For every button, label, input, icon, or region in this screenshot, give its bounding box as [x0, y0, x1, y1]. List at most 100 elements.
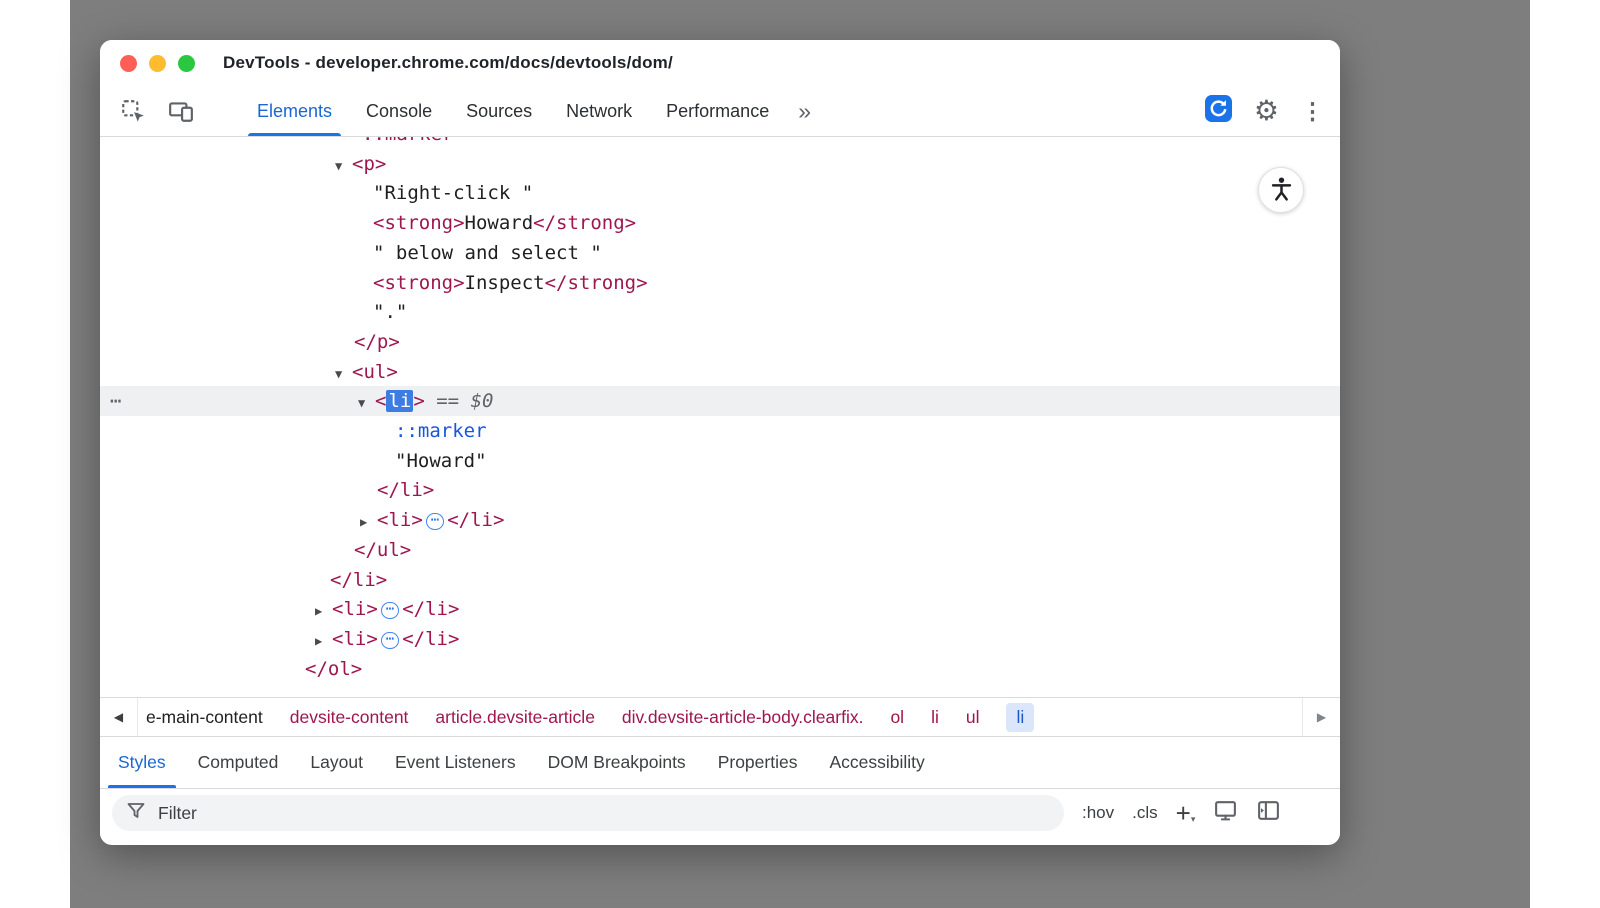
- styles-tab-styles[interactable]: Styles: [102, 737, 182, 788]
- tag-token: <li>: [332, 628, 378, 650]
- dom-tree-row[interactable]: </li>: [100, 565, 1340, 595]
- filter-box[interactable]: [112, 795, 1064, 831]
- tag-token: </li>: [330, 569, 387, 591]
- expander-icon[interactable]: ▶: [315, 626, 332, 656]
- expander-icon[interactable]: ▼: [335, 359, 352, 389]
- overflow-dots-icon: ⋯: [110, 386, 121, 416]
- tag-token: </strong>: [545, 272, 648, 294]
- expander-icon[interactable]: ▼: [358, 388, 375, 418]
- breadcrumb-item[interactable]: ol: [890, 707, 904, 728]
- dom-tree-row[interactable]: </li>: [100, 475, 1340, 505]
- tab-elements[interactable]: Elements: [240, 86, 349, 136]
- tab-network[interactable]: Network: [549, 86, 649, 136]
- collapsed-children-icon[interactable]: ⋯: [381, 602, 399, 619]
- collapsed-children-icon[interactable]: ⋯: [381, 632, 399, 649]
- dom-tree-row[interactable]: "Howard": [100, 446, 1340, 476]
- filter-funnel-icon: [126, 801, 146, 826]
- dom-tree-row[interactable]: ▶<li>⋯</li>: [100, 624, 1340, 654]
- text-token: "Howard": [395, 450, 487, 472]
- styles-panel-tabs: StylesComputedLayoutEvent ListenersDOM B…: [100, 737, 1340, 789]
- breadcrumb-item[interactable]: li: [1006, 703, 1034, 732]
- dom-tree-row[interactable]: ::marker: [100, 416, 1340, 446]
- devtools-toolbar: ElementsConsoleSourcesNetworkPerformance…: [100, 86, 1340, 137]
- equals-token: ==: [425, 390, 471, 412]
- clipped-pseudo-token: ::marker: [362, 137, 454, 145]
- main-tabs: ElementsConsoleSourcesNetworkPerformance: [240, 86, 786, 136]
- dom-tree-row[interactable]: ▶<li>⋯</li>: [100, 505, 1340, 535]
- styles-tab-dom-breakpoints[interactable]: DOM Breakpoints: [532, 737, 702, 788]
- breadcrumb-item[interactable]: article.devsite-article: [435, 707, 595, 728]
- tag-token: <strong>: [373, 212, 465, 234]
- dom-tree-row[interactable]: ▼<ul>: [100, 357, 1340, 387]
- dom-tree-row[interactable]: </p>: [100, 327, 1340, 357]
- tag-token: <p>: [352, 153, 386, 175]
- text-token: "Right-click ": [373, 182, 533, 204]
- tag-token: <strong>: [373, 272, 465, 294]
- breadcrumb-scroll-right-button[interactable]: ▶: [1302, 698, 1340, 736]
- dom-tree-row[interactable]: <strong>Howard</strong>: [100, 208, 1340, 238]
- dom-tree-row[interactable]: ▼<p>: [100, 149, 1340, 179]
- minimize-button[interactable]: [149, 55, 166, 72]
- tag-token: <ul>: [352, 361, 398, 383]
- plus-icon: +: [1176, 803, 1191, 823]
- filter-input[interactable]: [156, 802, 1050, 825]
- tag-token: </li>: [447, 509, 504, 531]
- tag-token: </ol>: [305, 658, 362, 680]
- pseudo-element-token: ::marker: [395, 420, 487, 442]
- dom-tree-row[interactable]: <strong>Inspect</strong>: [100, 268, 1340, 298]
- dollar-zero-token: $0: [471, 390, 494, 412]
- breadcrumb-list: e-main-content devsite-content article.dev…: [138, 698, 1302, 736]
- expander-icon[interactable]: ▶: [360, 507, 377, 537]
- traffic-lights: [120, 55, 195, 72]
- styles-tab-event-listeners[interactable]: Event Listeners: [379, 737, 532, 788]
- dom-tree-row[interactable]: </ul>: [100, 535, 1340, 565]
- page: DevTools - developer.chrome.com/docs/dev…: [0, 0, 1600, 908]
- dom-tree-row[interactable]: "Right-click ": [100, 178, 1340, 208]
- styles-tab-layout[interactable]: Layout: [294, 737, 379, 788]
- dom-tree-row[interactable]: ⋯▼<li> == $0: [100, 386, 1340, 416]
- styles-tab-computed[interactable]: Computed: [182, 737, 295, 788]
- more-tabs-button[interactable]: »: [798, 98, 811, 125]
- expander-icon[interactable]: ▶: [315, 596, 332, 626]
- dom-tree-row[interactable]: </ol>: [100, 654, 1340, 684]
- close-button[interactable]: [120, 55, 137, 72]
- text-token: Howard: [465, 212, 534, 234]
- breadcrumb-item[interactable]: li: [931, 707, 939, 728]
- breadcrumb-scroll-left-button[interactable]: ◀: [100, 698, 138, 736]
- window-title: DevTools - developer.chrome.com/docs/dev…: [223, 53, 673, 73]
- new-style-rule-button[interactable]: + ▾: [1176, 803, 1196, 823]
- cls-toggle[interactable]: .cls: [1132, 803, 1158, 823]
- tab-sources[interactable]: Sources: [449, 86, 549, 136]
- breadcrumb-item[interactable]: e-main-content: [146, 707, 263, 728]
- tag-token: </ul>: [354, 539, 411, 561]
- dom-tree-row[interactable]: ::marker: [100, 137, 1340, 149]
- zoom-button[interactable]: [178, 55, 195, 72]
- dom-tree-row[interactable]: ▶<li>⋯</li>: [100, 594, 1340, 624]
- kebab-menu-icon[interactable]: ⋮: [1301, 100, 1324, 123]
- sidebar-toggle-icon[interactable]: [1256, 798, 1281, 828]
- breadcrumb-item[interactable]: div.devsite-article-body.clearfix.: [622, 707, 864, 728]
- breadcrumb-item[interactable]: ul: [966, 707, 980, 728]
- rendering-emulations-icon[interactable]: [1213, 798, 1238, 828]
- tag-token: <li>: [377, 509, 423, 531]
- selected-tag-token: li: [386, 390, 413, 412]
- text-token: " below and select ": [373, 242, 602, 264]
- tab-console[interactable]: Console: [349, 86, 449, 136]
- expander-icon[interactable]: ▼: [335, 151, 352, 181]
- tab-performance[interactable]: Performance: [649, 86, 786, 136]
- collapsed-children-icon[interactable]: ⋯: [426, 513, 444, 530]
- hov-toggle[interactable]: :hov: [1082, 803, 1114, 823]
- settings-gear-icon[interactable]: ⚙: [1254, 97, 1279, 125]
- dom-tree-row[interactable]: " below and select ": [100, 238, 1340, 268]
- breadcrumb-item[interactable]: devsite-content: [290, 707, 409, 728]
- inspect-element-icon[interactable]: [118, 96, 148, 126]
- chevron-down-icon: ▾: [1191, 814, 1196, 825]
- dom-tree: ::marker▼<p>"Right-click "<strong>Howard…: [100, 137, 1340, 697]
- device-toolbar-icon[interactable]: [166, 96, 196, 126]
- styles-tab-accessibility[interactable]: Accessibility: [813, 737, 940, 788]
- dom-tree-row[interactable]: ".": [100, 297, 1340, 327]
- styles-tab-properties[interactable]: Properties: [702, 737, 814, 788]
- tag-token: </strong>: [533, 212, 636, 234]
- refresh-icon[interactable]: [1205, 95, 1232, 127]
- tag-token: <: [375, 390, 386, 412]
